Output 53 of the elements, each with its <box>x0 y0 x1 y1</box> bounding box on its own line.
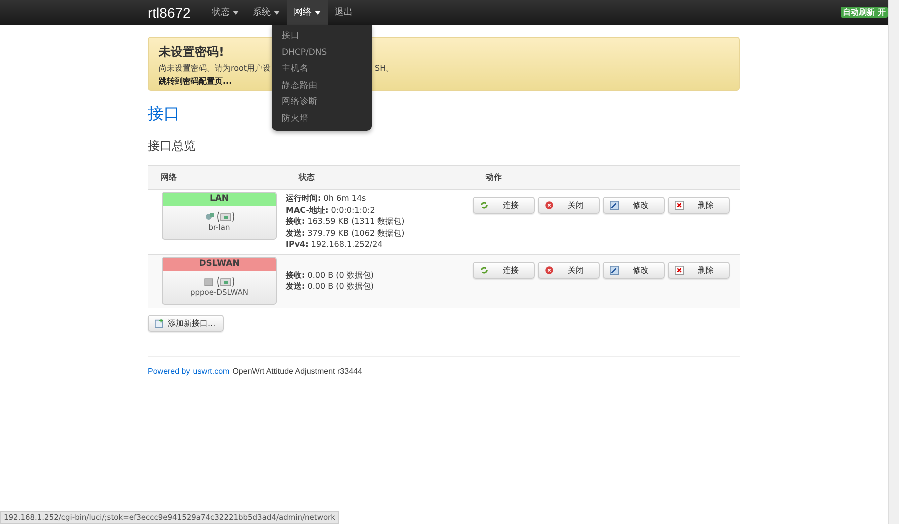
dropdown-item[interactable]: 网络诊断 <box>272 94 372 110</box>
nav-menu[interactable]: 网络 <box>286 0 328 25</box>
delete-icon <box>675 201 684 210</box>
edit-icon <box>610 201 619 210</box>
column-header: 状态 <box>298 172 316 183</box>
refresh-icon <box>480 201 489 210</box>
interface-name: LAN <box>163 193 276 206</box>
password-settings-link[interactable]: 跳转到密码配置页... <box>159 76 232 87</box>
alert-text: SH。 <box>375 63 394 74</box>
status-line: 发送: 0.00 B (0 数据包) <box>286 281 376 292</box>
action-button[interactable]: 删除 <box>668 197 730 214</box>
status-line: MAC-地址: 0:0:0:1:0:2 <box>286 204 376 216</box>
brand-title[interactable]: rtl8672 <box>148 4 191 20</box>
powered-by-link[interactable]: Powered by <box>148 366 190 376</box>
dropdown-item[interactable]: 静态路由 <box>272 78 372 94</box>
delete-icon <box>675 266 684 274</box>
status-line: 接收: 0.00 B (0 数据包) <box>286 270 376 281</box>
action-button[interactable]: 关闭 <box>538 262 600 278</box>
add-interface-button[interactable]: 添加新接口... <box>148 314 224 332</box>
nav-menu[interactable]: 系统 <box>246 0 287 25</box>
add-icon <box>155 318 164 328</box>
status-line: IPv4: 192.168.1.252/24 <box>286 239 384 250</box>
interface-name: DSLWAN <box>163 258 276 270</box>
status-line: 运行时间: 0h 6m 14s <box>286 193 368 204</box>
version-text: OpenWrt Attitude Adjustment r33444 <box>232 366 362 376</box>
stop-icon <box>545 266 554 274</box>
dropdown-item[interactable]: 主机名 <box>272 61 372 78</box>
status-line: 发送: 379.79 KB (1062 数据包) <box>286 228 406 239</box>
action-button[interactable]: 连接 <box>473 197 535 214</box>
refresh-icon <box>480 266 489 274</box>
action-button[interactable]: 连接 <box>473 262 535 278</box>
action-button[interactable]: 关闭 <box>538 197 600 214</box>
action-button[interactable]: 修改 <box>603 197 665 214</box>
stop-icon <box>545 201 554 210</box>
dropdown-item[interactable]: 接口 <box>272 28 372 44</box>
section-title: 接口总览 <box>148 138 196 155</box>
site-link[interactable]: uswrt.com <box>193 366 230 376</box>
scrollbar[interactable] <box>888 0 899 524</box>
nav-menu[interactable]: 状态 <box>204 0 246 25</box>
column-header: 动作 <box>484 172 503 183</box>
edit-icon <box>610 266 619 274</box>
dropdown-item[interactable]: 防火墙 <box>272 110 372 127</box>
dropdown-item[interactable]: DHCP/DNS <box>272 44 372 61</box>
page-title: 接口 <box>148 104 180 125</box>
interface-status-icon <box>204 211 236 223</box>
interface-status-icon <box>204 276 236 288</box>
action-button[interactable]: 修改 <box>603 262 665 278</box>
column-header: 网络 <box>160 172 178 183</box>
nav-menu[interactable]: 退出 <box>328 0 360 25</box>
alert-text: 尚未设置密码。请为root用户设 <box>159 63 272 74</box>
alert-title: 未设置密码! <box>159 44 224 61</box>
action-button[interactable]: 删除 <box>668 262 730 278</box>
status-line: 接收: 163.59 KB (1311 数据包) <box>286 216 406 228</box>
